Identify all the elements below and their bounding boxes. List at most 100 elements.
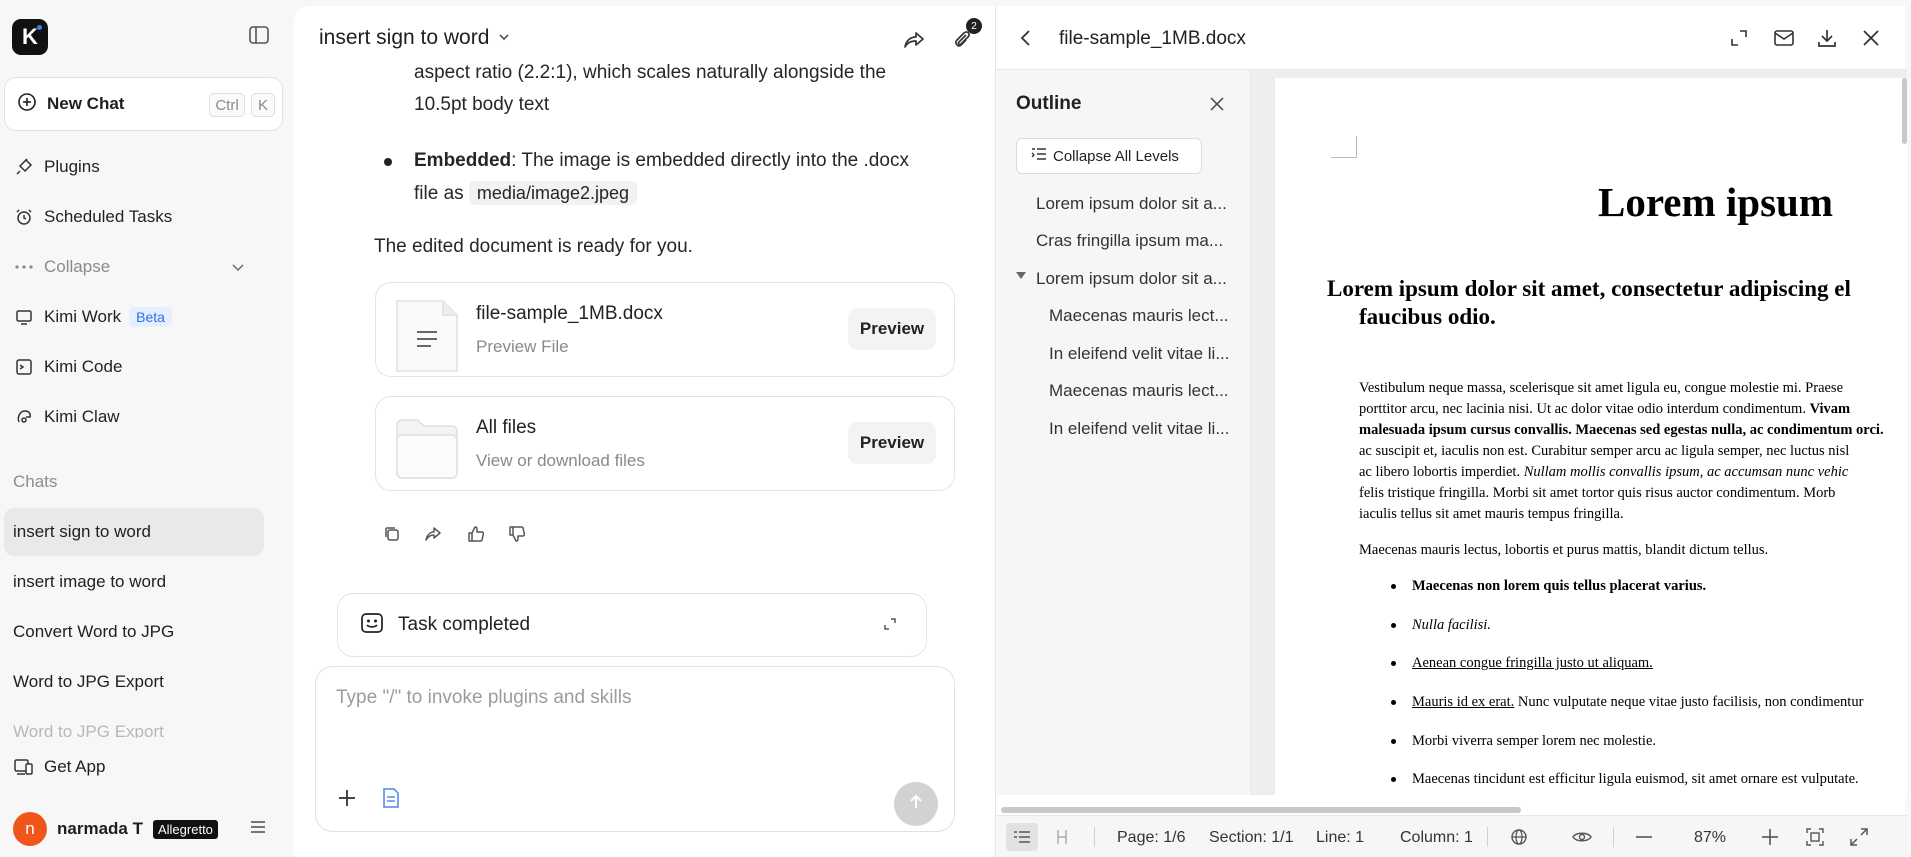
plan-badge: Allegretto — [152, 819, 218, 839]
message-input[interactable] — [336, 687, 916, 709]
fit-page-icon[interactable] — [1799, 823, 1831, 851]
outline-item[interactable]: Maecenas mauris lect... — [1049, 381, 1239, 401]
share-icon[interactable] — [902, 28, 926, 57]
chat-title: Word to JPG Export — [13, 722, 164, 738]
download-icon[interactable] — [1817, 28, 1837, 53]
vertical-scrollbar[interactable] — [1902, 78, 1907, 144]
outline-item[interactable]: Lorem ipsum dolor sit a... — [1036, 194, 1236, 214]
file-card[interactable]: All files View or download files Preview — [375, 396, 955, 491]
outline-toggle-icon[interactable] — [1006, 823, 1038, 851]
outline-item[interactable]: Lorem ipsum dolor sit a... — [1036, 269, 1236, 289]
document-status-bar: Page: 1/6 Section: 1/1 Line: 1 Column: 1… — [996, 815, 1907, 857]
sidebar-item-kimi-claw[interactable]: Kimi Claw — [4, 397, 264, 437]
chat-history-item[interactable]: insert sign to word — [4, 508, 264, 556]
bullet — [384, 158, 392, 166]
embedded-label: Embedded — [414, 150, 512, 171]
mail-icon[interactable] — [1773, 28, 1795, 53]
chat-title: Word to JPG Export — [13, 672, 164, 691]
sidebar-item-plugins[interactable]: Plugins — [4, 147, 264, 187]
document-paragraph-line: ac suscipit et, iaculis non est. Curabit… — [1359, 443, 1850, 459]
horizontal-scrollbar[interactable] — [1001, 807, 1521, 813]
user-name: narmada T — [57, 819, 143, 838]
close-icon[interactable] — [1861, 28, 1881, 53]
copy-icon[interactable] — [383, 525, 401, 548]
kimi-logo[interactable]: K — [12, 19, 48, 55]
file-preview-panel: file-sample_1MB.docx Outline Collapse Al… — [995, 6, 1907, 857]
eye-icon[interactable] — [1566, 823, 1598, 851]
zoom-in-icon[interactable] — [1754, 823, 1786, 851]
toggle-sidebar-icon[interactable] — [248, 24, 270, 46]
list-item: Maecenas tincidunt est efficitur ligula … — [1412, 771, 1859, 787]
arrow-up-icon — [907, 793, 925, 816]
globe-icon[interactable] — [1503, 823, 1535, 851]
text-run: Nunc vulputate neque vitae justo facilis… — [1514, 694, 1864, 710]
sidebar-item-scheduled-tasks[interactable]: Scheduled Tasks — [4, 197, 264, 237]
outline-item[interactable]: In eleifend velit vitae li... — [1049, 419, 1239, 439]
fullscreen-icon[interactable] — [1843, 823, 1875, 851]
claw-icon — [14, 407, 34, 427]
thumbs-up-icon[interactable] — [467, 525, 485, 548]
outline-item[interactable]: Maecenas mauris lect... — [1049, 306, 1239, 326]
preview-button[interactable]: Preview — [848, 422, 936, 464]
chat-history-item[interactable]: Word to JPG Export — [4, 658, 264, 706]
new-chat-icon — [17, 92, 37, 117]
chat-panel: insert sign to word 2 aspect ratio (2.2:… — [294, 6, 995, 857]
close-icon[interactable] — [1209, 96, 1225, 117]
chat-history-item[interactable]: Word to JPG Export — [4, 708, 264, 738]
list-item: Aenean congue fringilla justo ut aliquam… — [1393, 655, 1653, 672]
page-layout-icon[interactable] — [1046, 823, 1078, 851]
page-indicator: Page: 1/6 — [1117, 829, 1186, 846]
expand-icon[interactable] — [882, 616, 898, 637]
message-line: aspect ratio (2.2:1), which scales natur… — [414, 62, 887, 83]
sidebar-item-kimi-code[interactable]: Kimi Code — [4, 347, 264, 387]
send-button[interactable] — [894, 782, 938, 826]
section-indicator: Section: 1/1 — [1209, 829, 1294, 846]
sidebar-item-collapse[interactable]: Collapse — [4, 247, 264, 287]
back-arrow-icon[interactable] — [1016, 28, 1036, 53]
list-bullet — [1391, 623, 1396, 628]
folder-icon — [396, 414, 458, 484]
expand-icon[interactable] — [1729, 28, 1749, 53]
file-name: All files — [476, 417, 537, 438]
get-app-label: Get App — [44, 757, 106, 776]
user-profile[interactable]: n narmada T Allegretto — [13, 812, 218, 846]
get-app-button[interactable]: Get App — [4, 747, 264, 787]
outline-item[interactable]: In eleifend velit vitae li... — [1049, 344, 1239, 364]
preview-file-title: file-sample_1MB.docx — [1059, 28, 1246, 49]
message-line: file as media/image2.jpeg — [414, 177, 638, 210]
collapse-all-levels-button[interactable]: Collapse All Levels — [1016, 138, 1202, 174]
text-run-italic: Nullam mollis convallis ipsum, ac accums… — [1523, 464, 1849, 480]
add-icon[interactable] — [336, 787, 358, 814]
menu-icon[interactable] — [248, 817, 268, 842]
chat-title: insert image to word — [13, 572, 167, 591]
chevron-down-icon — [230, 259, 246, 280]
preview-button[interactable]: Preview — [848, 308, 936, 350]
chat-history-item[interactable]: Convert Word to JPG — [4, 608, 264, 656]
line-indicator: Line: 1 — [1316, 829, 1365, 846]
task-status-bar[interactable]: Task completed — [337, 593, 927, 657]
sidebar-item-kimi-work[interactable]: Kimi Work Beta — [4, 297, 264, 337]
embedded-text: : The image is embedded directly into th… — [511, 150, 909, 171]
message-composer — [315, 666, 955, 832]
caret-down-icon[interactable] — [1016, 272, 1026, 279]
share-icon[interactable] — [424, 525, 442, 548]
chat-title: insert sign to word — [13, 522, 151, 541]
text-run: porttitor arcu, nec lacinia nisi. Ut ac … — [1359, 401, 1806, 417]
chat-title-dropdown[interactable]: insert sign to word — [319, 26, 511, 50]
text-run: ac libero lobortis imperdiet. — [1359, 464, 1521, 480]
sidebar-item-label: Kimi Work — [44, 307, 122, 326]
chat-history-item[interactable]: insert image to word — [4, 558, 264, 606]
list-item: Morbi viverra semper lorem nec molestie. — [1412, 733, 1657, 749]
sidebar-item-label: Collapse — [44, 257, 111, 276]
document-icon[interactable] — [382, 788, 400, 813]
new-chat-button[interactable]: New Chat Ctrl K — [4, 77, 283, 131]
list-item: Nulla facilisi. — [1412, 617, 1491, 633]
zoom-out-icon[interactable] — [1628, 823, 1660, 851]
file-card[interactable]: file-sample_1MB.docx Preview File Previe… — [375, 282, 955, 377]
file-subtitle: View or download files — [476, 451, 645, 470]
outline-item[interactable]: Cras fringilla ipsum ma... — [1036, 231, 1236, 251]
list-bullet — [1391, 700, 1396, 705]
thumbs-down-icon[interactable] — [508, 525, 526, 548]
plugin-icon — [14, 157, 34, 177]
document-viewport[interactable]: Lorem ipsum Lorem ipsum dolor sit amet, … — [1251, 70, 1907, 795]
